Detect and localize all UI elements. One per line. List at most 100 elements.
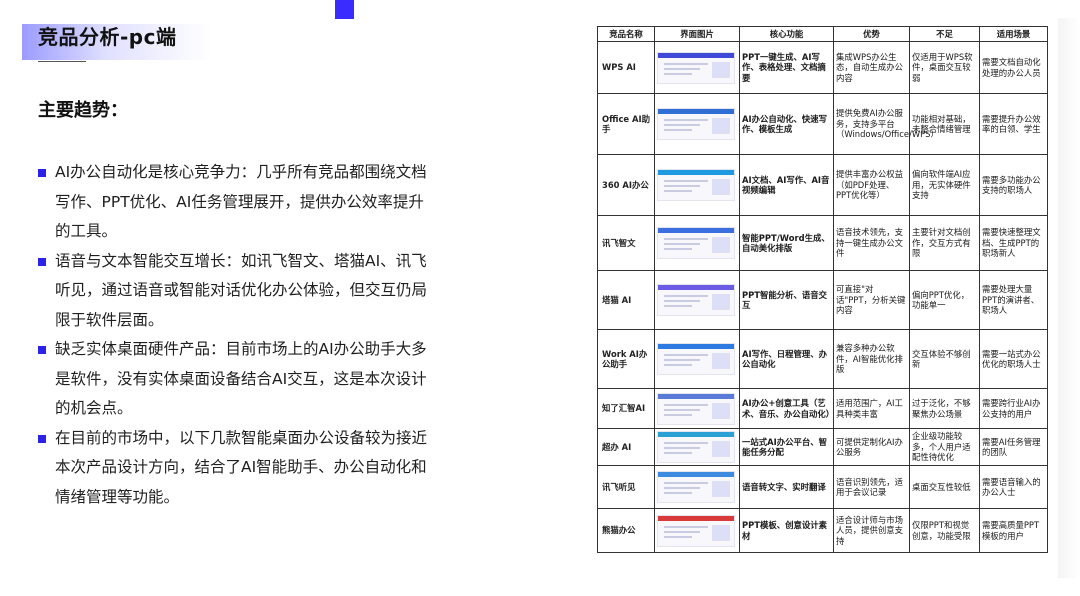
use-scenario-cell: 需要高质量PPT模板的用户	[979, 508, 1048, 553]
table-row: 360 AI办公 AI文档、AI写作、AI音视频编辑 提供丰富办公权益（如PDF处理…	[597, 154, 1048, 216]
thumbnail-text-line	[664, 180, 708, 182]
interface-screenshot-cell	[654, 93, 740, 155]
thumbnail-text-line	[664, 442, 708, 444]
accent-square	[335, 0, 354, 19]
thumbnail-text-line	[664, 305, 692, 307]
shortcoming-cell: 功能相对基础，未整合情绪管理	[909, 93, 980, 155]
table-row: 讯飞智文 智能PPT/Word生成、自动美化排版 语音技术领先，支持一键生成办公文件…	[597, 215, 1048, 271]
product-screenshot-thumbnail	[657, 514, 735, 547]
shortcoming-cell: 交互体验不够创新	[909, 329, 980, 389]
shortcoming-cell: 企业级功能较多，个人用户适配性待优化	[909, 428, 980, 466]
trend-item: AI办公自动化是核心竞争力：几乎所有竞品都围绕文档写作、PPT优化、AI任务管理…	[38, 158, 438, 247]
core-function-cell: AI办公+创意工具（艺术、音乐、办公自动化）	[739, 388, 834, 429]
thumbnail-text-line	[664, 190, 692, 192]
thumbnail-image-block	[712, 353, 730, 369]
thumbnail-header-bar	[658, 109, 734, 114]
interface-screenshot-cell	[654, 329, 740, 389]
advantage-cell: 提供丰富办公权益（如PDF处理、PPT优化等）	[833, 154, 910, 216]
core-function-cell: 一站式AI办公平台、智能任务分配	[739, 428, 834, 466]
product-name-cell: 讯飞听见	[597, 465, 655, 509]
column-header: 竞品名称	[597, 26, 655, 42]
advantage-cell: 可直接"对话"PPT，分析关键内容	[833, 270, 910, 330]
thumbnail-text-line	[664, 413, 692, 416]
interface-screenshot-cell	[654, 428, 740, 466]
product-name-cell: 讯飞智文	[597, 215, 655, 271]
product-name-cell: 塔猫 AI	[597, 270, 655, 330]
comparison-table-panel: 竞品名称 界面图片 核心功能 优势 不足 适用场景 WPS AI PPT一键生成、…	[587, 18, 1058, 578]
table-row: 知了汇智AI AI办公+创意工具（艺术、音乐、办公自动化） 适用范围广，AI工具种类…	[597, 388, 1048, 429]
thumbnail-header-bar	[658, 393, 734, 399]
page-title: 竞品分析-pc端	[38, 25, 177, 49]
trend-item: 在目前的市场中，以下几款智能桌面办公设备较为接近本次产品设计方向，结合了AI智能…	[38, 424, 438, 513]
trend-text: 在目前的市场中，以下几款智能桌面办公设备较为接近本次产品设计方向，结合了AI智能…	[55, 428, 428, 506]
table-body: WPS AI PPT一键生成、AI写作、表格处理、文档摘要 集成WPS办公生态，自动…	[597, 41, 1048, 553]
product-screenshot-thumbnail	[657, 431, 735, 463]
thumbnail-text-line	[664, 452, 692, 454]
thumbnail-text-line	[664, 492, 692, 494]
advantage-cell: 适合设计师与市场人员，提供创意支持	[833, 508, 910, 553]
trend-text: AI办公自动化是核心竞争力：几乎所有竞品都围绕文档写作、PPT优化、AI任务管理…	[55, 163, 427, 240]
product-screenshot-thumbnail	[657, 227, 735, 259]
trend-text: 语音与文本智能交互增长：如讯飞智文、塔猫AI、讯飞听见，通过语音或智能对话优化办…	[55, 251, 428, 329]
column-header: 适用场景	[979, 26, 1048, 42]
thumbnail-image-block	[712, 179, 730, 195]
interface-screenshot-cell	[654, 41, 740, 94]
product-name-cell: Office AI助手	[597, 93, 655, 155]
thumbnail-header-bar	[658, 472, 734, 477]
advantage-cell: 提供免费AI办公服务，支持多平台（Windows/Office/WPS）	[833, 93, 939, 155]
product-screenshot-thumbnail	[657, 169, 735, 201]
product-screenshot-thumbnail	[657, 51, 735, 84]
product-screenshot-thumbnail	[657, 392, 735, 425]
shortcoming-cell: 主要针对文档创作，交互方式有限	[909, 215, 980, 271]
thumbnail-header-bar	[658, 515, 734, 521]
thumbnail-text-line	[664, 535, 692, 538]
column-header: 界面图片	[654, 26, 740, 42]
title-underline	[38, 61, 86, 62]
core-function-cell: PPT一键生成、AI写作、表格处理、文档摘要	[739, 41, 834, 94]
square-bullet-icon	[38, 346, 46, 354]
thumbnail-header-bar	[658, 285, 734, 290]
product-screenshot-thumbnail	[657, 343, 735, 375]
use-scenario-cell: 需要文档自动化处理的办公人员	[979, 41, 1048, 94]
use-scenario-cell: 需要一站式办公优化的职场人士	[979, 329, 1048, 389]
advantage-cell: 适用范围广，AI工具种类丰富	[833, 388, 910, 429]
thumbnail-image-block	[712, 524, 730, 541]
use-scenario-cell: 需要提升办公效率的白领、学生	[979, 93, 1048, 155]
advantage-cell: 集成WPS办公生态，自动生成办公内容	[833, 41, 910, 94]
column-header: 优势	[833, 26, 910, 42]
column-header: 不足	[909, 26, 980, 42]
product-name-cell: 知了汇智AI	[597, 388, 655, 429]
product-screenshot-thumbnail	[657, 284, 735, 316]
thumbnail-text-line	[664, 243, 700, 245]
thumbnail-text-line	[664, 67, 700, 70]
use-scenario-cell: 需要快速整理文档、生成PPT的职场新人	[979, 215, 1048, 271]
core-function-cell: PPT智能分析、语音交互	[739, 270, 834, 330]
thumbnail-image-block	[712, 237, 730, 253]
trend-text: 缺乏实体桌面硬件产品：目前市场上的AI办公助手大多是软件，没有实体桌面设备结合A…	[55, 340, 427, 417]
table-row: Work AI办公助手 AI写作、日程管理、办公自动化 兼容多种办公软件，AI智能优…	[597, 329, 1048, 389]
thumbnail-text-line	[664, 354, 708, 356]
thumbnail-text-line	[664, 530, 700, 533]
thumbnail-text-line	[664, 482, 708, 484]
shortcoming-cell: 仅限PPT和视觉创意，功能受限	[909, 508, 980, 553]
advantage-cell: 语音识别领先，适用于会议记录	[833, 465, 910, 509]
square-bullet-icon	[38, 169, 46, 177]
product-name-cell: 超办 AI	[597, 428, 655, 466]
trend-item: 缺乏实体桌面硬件产品：目前市场上的AI办公助手大多是软件，没有实体桌面设备结合A…	[38, 335, 438, 424]
interface-screenshot-cell	[654, 388, 740, 429]
advantage-cell: 兼容多种办公软件，AI智能优化排版	[833, 329, 910, 389]
thumbnail-text-line	[664, 359, 700, 361]
thumbnail-text-line	[664, 119, 708, 121]
interface-screenshot-cell	[654, 215, 740, 271]
use-scenario-cell: 需要多功能办公支持的职场人	[979, 154, 1048, 216]
table-row: 超办 AI 一站式AI办公平台、智能任务分配 可提供定制化AI办公服务 企业级功能较多…	[597, 428, 1048, 466]
thumbnail-text-line	[664, 487, 700, 489]
core-function-cell: 智能PPT/Word生成、自动美化排版	[739, 215, 834, 271]
use-scenario-cell: 需要跨行业AI办公支持的用户	[979, 388, 1048, 429]
interface-screenshot-cell	[654, 270, 740, 330]
shortcoming-cell: 偏向PPT优化，功能单一	[909, 270, 980, 330]
thumbnail-text-line	[664, 364, 692, 366]
thumbnail-header-bar	[658, 52, 734, 58]
use-scenario-cell: 需要AI任务管理的团队	[979, 428, 1048, 466]
product-screenshot-thumbnail	[657, 108, 735, 140]
